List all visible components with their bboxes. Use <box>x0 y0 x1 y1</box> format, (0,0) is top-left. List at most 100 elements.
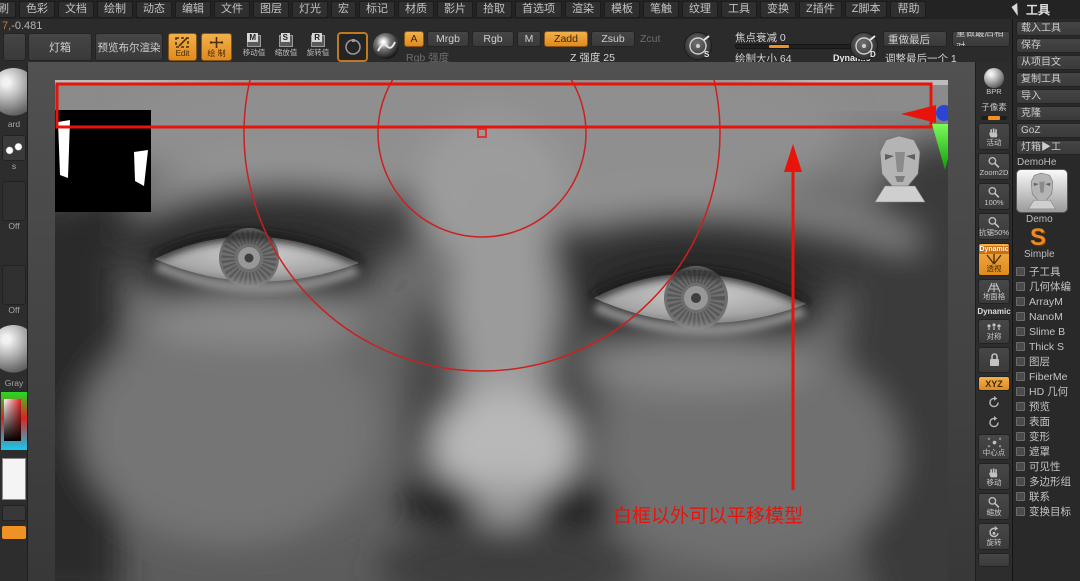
empty-slot-button[interactable] <box>3 33 26 61</box>
menu-transform[interactable]: 变换 <box>760 1 796 18</box>
material-picker-button[interactable] <box>0 325 28 373</box>
current-brush-button[interactable] <box>0 68 28 116</box>
scroll-button[interactable]: 活动 <box>978 123 1010 150</box>
section-preview[interactable]: 预览 <box>1016 399 1080 414</box>
move-button[interactable]: M 移动值 <box>240 35 268 58</box>
menu-zplugin[interactable]: Z插件 <box>799 1 842 18</box>
load-tool-button[interactable]: 载入工具 <box>1016 21 1080 36</box>
m-button[interactable]: M <box>517 31 541 47</box>
section-surface[interactable]: 表面 <box>1016 414 1080 429</box>
section-hd-geometry[interactable]: HD 几何 <box>1016 384 1080 399</box>
spix-slider[interactable] <box>981 116 1007 120</box>
perspective-button[interactable]: Dynamic 透视 <box>978 243 1010 276</box>
menu-color[interactable]: 色彩 <box>19 1 55 18</box>
section-fibermesh[interactable]: FiberMe <box>1016 369 1080 384</box>
aahalf-button[interactable]: 抗锯50% <box>978 213 1010 240</box>
local-symmetry-button[interactable]: 对称 <box>978 319 1010 344</box>
color-a-button[interactable]: A <box>404 31 424 47</box>
lightbox-to-tool-button[interactable]: 灯箱▶工 <box>1016 140 1080 155</box>
redo-last-relative-button[interactable]: 重做最后相对 <box>952 31 1010 47</box>
secondary-color-swatch[interactable] <box>2 505 26 521</box>
menu-brush[interactable]: 刷 <box>0 1 16 18</box>
section-morph-target[interactable]: 变换目标 <box>1016 504 1080 519</box>
frame-button[interactable]: 中心点 <box>978 434 1010 460</box>
spin-z-button[interactable] <box>978 394 1010 411</box>
menu-stroke[interactable]: 笔触 <box>643 1 679 18</box>
menu-texture[interactable]: 纹理 <box>682 1 718 18</box>
zadd-button[interactable]: Zadd <box>544 31 588 47</box>
rotate-view-button[interactable]: 旋转 <box>978 523 1010 550</box>
section-thickskin[interactable]: Thick S <box>1016 339 1080 354</box>
bpr-button[interactable]: BPR <box>978 66 1010 98</box>
menu-material[interactable]: 材质 <box>398 1 434 18</box>
color-picker[interactable] <box>1 392 27 450</box>
pan-button[interactable]: 移动 <box>978 463 1010 490</box>
section-layers[interactable]: 图层 <box>1016 354 1080 369</box>
menu-marker[interactable]: 标记 <box>359 1 395 18</box>
section-polygroups[interactable]: 多边形组 <box>1016 474 1080 489</box>
menu-edit[interactable]: 编辑 <box>175 1 211 18</box>
rotate-button[interactable]: R 旋转值 <box>304 35 332 58</box>
menu-help[interactable]: 帮助 <box>890 1 926 18</box>
brush-preview-button[interactable] <box>337 32 368 62</box>
simple-brush-icon[interactable]: S <box>1030 227 1080 249</box>
goz-button[interactable]: GoZ <box>1016 123 1080 138</box>
menu-picker[interactable]: 拾取 <box>476 1 512 18</box>
import-button[interactable]: 导入 <box>1016 89 1080 104</box>
preview-boolean-button[interactable]: 预览布尔渲染 <box>95 33 163 61</box>
partial-bottom-button[interactable] <box>978 553 1010 567</box>
menu-tool[interactable]: 工具 <box>721 1 757 18</box>
lightbox-button[interactable]: 灯箱 <box>28 33 92 61</box>
draw-button[interactable]: 绘 制 <box>201 33 232 61</box>
sculpt-brush-d-icon[interactable]: D <box>850 32 878 60</box>
edit-button[interactable]: Edit <box>168 33 197 61</box>
menu-preferences[interactable]: 首选项 <box>515 1 562 18</box>
menu-document[interactable]: 文档 <box>58 1 94 18</box>
mrgb-button[interactable]: Mrgb <box>427 31 469 47</box>
load-from-project-button[interactable]: 从项目文 <box>1016 55 1080 70</box>
redo-last-button[interactable]: 重做最后 <box>883 31 947 47</box>
zoom3d-button[interactable]: 缩放 <box>978 493 1010 520</box>
focal-shift-handle[interactable] <box>769 45 789 48</box>
main-color-swatch[interactable] <box>2 458 26 500</box>
section-subtool[interactable]: 子工具 <box>1016 264 1080 279</box>
section-contact[interactable]: 联系 <box>1016 489 1080 504</box>
spix-handle[interactable] <box>988 116 1000 120</box>
section-geometry[interactable]: 几何体编 <box>1016 279 1080 294</box>
active-tool-thumbnail[interactable] <box>1016 169 1068 213</box>
floor-grid-button[interactable]: 地面格 <box>978 279 1010 304</box>
menu-macro[interactable]: 宏 <box>331 1 356 18</box>
sculpt-document[interactable]: 白框以外可以平移模型 <box>55 80 948 581</box>
menu-zscript[interactable]: Z脚本 <box>845 1 888 18</box>
gradient-swatch[interactable] <box>2 526 26 539</box>
transpose-lock-button[interactable] <box>978 347 1010 373</box>
viewport-canvas[interactable]: 白框以外可以平移模型 <box>28 62 975 581</box>
menu-draw[interactable]: 绘制 <box>97 1 133 18</box>
scale-button[interactable]: S 缩放值 <box>272 35 300 58</box>
actual-size-button[interactable]: 100% <box>978 183 1010 210</box>
copy-tool-button[interactable]: 复制工具 <box>1016 72 1080 87</box>
texture-picker-button[interactable] <box>2 265 26 305</box>
menu-layer[interactable]: 图层 <box>253 1 289 18</box>
clone-button[interactable]: 克隆 <box>1016 106 1080 121</box>
menu-dynamic[interactable]: 动态 <box>136 1 172 18</box>
section-arraymesh[interactable]: ArrayM <box>1016 294 1080 309</box>
menu-file[interactable]: 文件 <box>214 1 250 18</box>
stroke-type-button[interactable] <box>373 33 399 59</box>
focal-shift-slider[interactable] <box>735 44 859 49</box>
sculpt-brush-s-icon[interactable]: S <box>684 32 712 60</box>
section-masking[interactable]: 遮罩 <box>1016 444 1080 459</box>
section-visibility[interactable]: 可见性 <box>1016 459 1080 474</box>
section-deformation[interactable]: 变形 <box>1016 429 1080 444</box>
zoom2d-button[interactable]: Zoom2D <box>978 153 1010 180</box>
section-slimebridge[interactable]: Slime B <box>1016 324 1080 339</box>
stroke-picker-button[interactable] <box>2 135 26 161</box>
rgb-button[interactable]: Rgb <box>472 31 514 47</box>
color-picker-inner[interactable] <box>4 399 21 441</box>
menu-template[interactable]: 模板 <box>604 1 640 18</box>
section-nanomesh[interactable]: NanoM <box>1016 309 1080 324</box>
spin-y-button[interactable] <box>978 414 1010 431</box>
menu-light[interactable]: 灯光 <box>292 1 328 18</box>
menu-render[interactable]: 渲染 <box>565 1 601 18</box>
save-as-button[interactable]: 保存 <box>1016 38 1080 53</box>
